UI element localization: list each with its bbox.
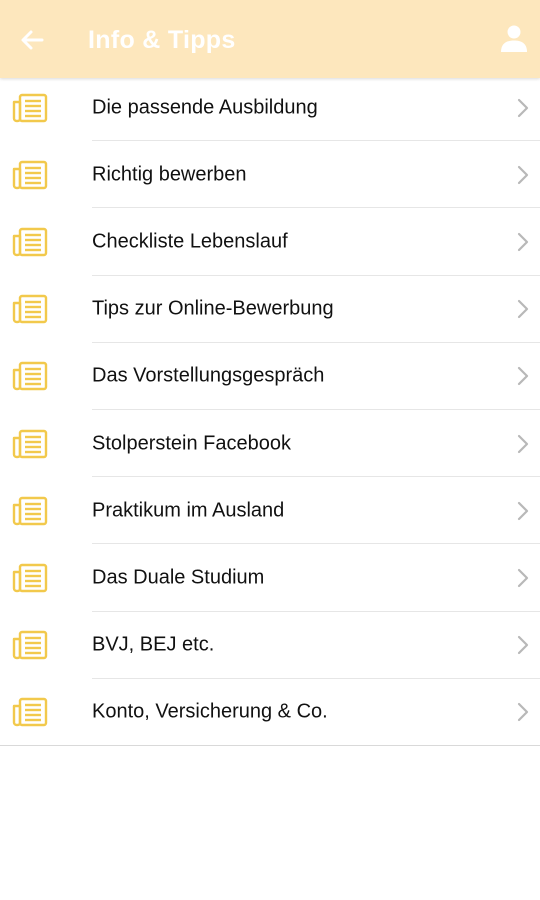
list-item-label: Das Vorstellungsgespräch [92,364,325,387]
profile-button[interactable] [498,22,530,54]
newspaper-icon [12,630,48,660]
list-item-label: Checkliste Lebenslauf [92,230,288,253]
chevron-right-icon [517,367,529,386]
list-item-label: Richtig bewerben [92,163,247,186]
chevron-right-icon [517,703,529,722]
chevron-right-icon [517,300,529,319]
list-item-die-passende-ausbildung[interactable]: Die passende Ausbildung [0,74,540,142]
chevron-right-icon [517,568,529,588]
page-title: Info & Tipps [88,26,236,54]
newspaper-icon [12,563,48,593]
chevron-right-icon [517,501,529,520]
list-item-label: Das Duale Studium [92,566,265,589]
chevron-right-icon [517,98,529,117]
list-divider [0,744,540,746]
info-list: Die passende Ausbildung Richtig bewerben C… [0,74,540,746]
list-item-richtig-bewerben[interactable]: Richtig bewerben [0,141,540,209]
list-item-label: Stolperstein Facebook [92,432,292,455]
newspaper-icon [12,698,48,727]
back-button[interactable] [16,24,48,56]
newspaper-icon [12,227,48,257]
newspaper-icon [12,429,48,458]
list-item-das-duale-studium[interactable]: Das Duale Studium [0,544,540,612]
chevron-right-icon [517,232,529,252]
list-item-label: BVJ, BEJ etc. [92,633,215,656]
list-item-konto-versicherung-and-co[interactable]: Konto, Versicherung & Co. [0,679,540,746]
chevron-right-icon [517,635,529,655]
newspaper-icon [12,362,48,391]
list-item-das-vorstellungsgespraech[interactable]: Das Vorstellungsgespräch [0,343,540,410]
newspaper-icon [12,496,48,525]
chevron-right-icon [517,165,529,184]
list-item-tips-zur-online-bewerbung[interactable]: Tips zur Online-Bewerbung [0,276,540,343]
list-item-praktikum-im-ausland[interactable]: Praktikum im Ausland [0,477,540,545]
arrow-left-icon [21,30,44,50]
newspaper-icon [12,294,48,324]
newspaper-icon [12,160,48,189]
list-item-stolperstein-facebook[interactable]: Stolperstein Facebook [0,410,540,478]
list-item-label: Die passende Ausbildung [92,96,318,119]
list-item-checkliste-lebenslauf[interactable]: Checkliste Lebenslauf [0,208,540,276]
list-item-label: Konto, Versicherung & Co. [92,700,328,723]
chevron-right-icon [517,434,529,453]
top-app-bar: Info & Tipps [0,0,540,78]
list-item-label: Praktikum im Ausland [92,499,285,522]
list-item-label: Tips zur Online-Bewerbung [92,297,334,320]
list-item-bvj-bej-etc[interactable]: BVJ, BEJ etc. [0,612,540,679]
newspaper-icon [12,93,48,122]
user-icon [501,25,527,52]
app-screen: Info & Tipps Die passende Ausbildung Rich… [0,0,540,900]
